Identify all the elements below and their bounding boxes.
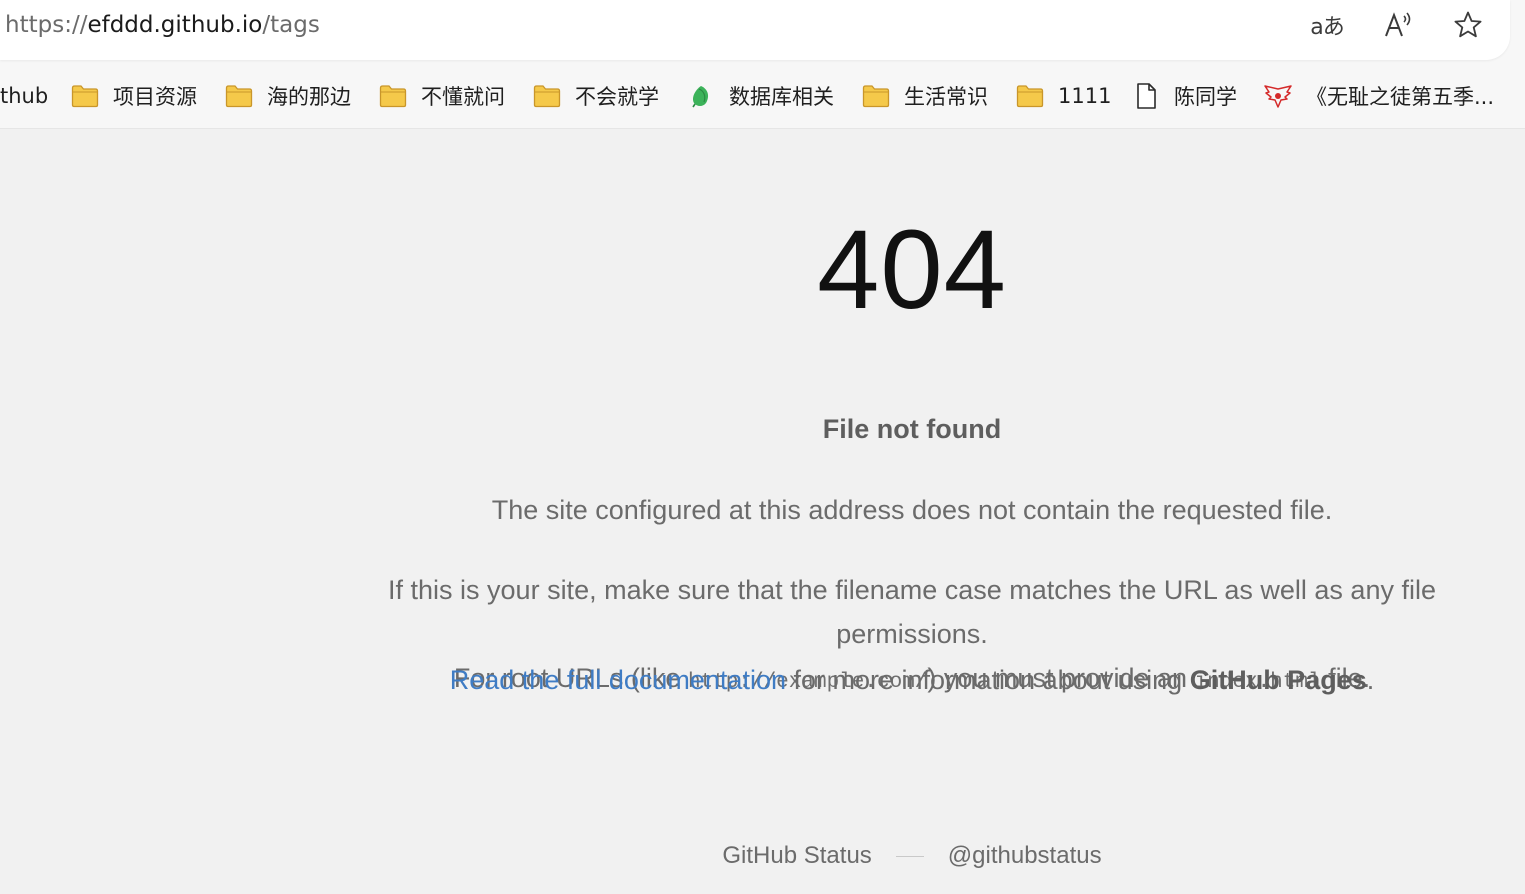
wings-logo-icon (1263, 83, 1293, 109)
folder-icon (861, 83, 891, 109)
bookmark-label: 海的那边 (267, 85, 351, 109)
error-headline: File not found (822, 414, 1002, 444)
leaf-icon (686, 83, 716, 109)
doc-middle-text: for more information about using (785, 665, 1190, 695)
bookmark-folder-life[interactable]: 生活常识 (861, 72, 988, 120)
doc-end-text: . (1366, 665, 1375, 695)
url-scheme: https:// (5, 12, 88, 38)
documentation-paragraph: Read the full documentation for more inf… (300, 658, 1524, 702)
folder-icon (532, 83, 562, 109)
folder-icon (378, 83, 408, 109)
bookmark-thub[interactable]: thub (0, 72, 48, 120)
error-code: 404 (817, 207, 1007, 332)
bookmark-label: 1111 (1058, 84, 1112, 108)
folder-icon (224, 83, 254, 109)
bookmark-folder-ask[interactable]: 不懂就问 (378, 72, 505, 120)
bookmark-label: 数据库相关 (729, 85, 834, 109)
bookmark-label: 不会就学 (575, 85, 659, 109)
star-icon[interactable] (1451, 8, 1485, 42)
help-filename-case: If this is your site, make sure that the… (388, 575, 1436, 649)
page-icon (1131, 83, 1161, 109)
footer: GitHub Status @githubstatus (300, 842, 1524, 870)
browser-chrome: https://efddd.github.io/tags aあ thub 项目资… (0, 0, 1525, 129)
bookmark-label: 《无耻之徒第五季... (1306, 85, 1495, 109)
url-path: /tags (262, 12, 320, 38)
bookmark-folder-1111[interactable]: 1111 (1015, 72, 1111, 120)
bookmark-classmate[interactable]: 陈同学 (1131, 72, 1237, 120)
bookmark-label: 生活常识 (904, 85, 988, 109)
bookmark-folder-project-resources[interactable]: 项目资源 (70, 72, 197, 120)
address-bar[interactable]: https://efddd.github.io/tags aあ (0, 0, 1510, 60)
bookmark-folder-other-side[interactable]: 海的那边 (224, 72, 351, 120)
bookmark-shameless[interactable]: 《无耻之徒第五季... (1263, 72, 1494, 120)
error-description: The site configured at this address does… (491, 495, 1333, 525)
bookmark-database[interactable]: 数据库相关 (686, 72, 834, 120)
bookmark-label: 陈同学 (1174, 85, 1237, 109)
bookmark-label: 不懂就问 (421, 85, 505, 109)
footer-divider (895, 856, 924, 858)
bookmarks-bar: thub 项目资源 海的那边 不懂就问 不会就学 数据库相关 生活常识 1111… (0, 72, 1525, 120)
folder-icon (70, 83, 100, 109)
github-pages-text: GitHub Pages (1189, 665, 1367, 695)
bookmark-label: 项目资源 (113, 85, 197, 109)
url-text[interactable]: https://efddd.github.io/tags (5, 10, 320, 40)
translate-icon[interactable]: aあ (1310, 8, 1344, 42)
documentation-link[interactable]: Read the full documentation (450, 665, 786, 695)
page-content: 404 File not found The site configured a… (0, 128, 1525, 894)
read-aloud-icon[interactable] (1381, 8, 1415, 42)
bookmark-label: thub (0, 84, 49, 108)
folder-icon (1015, 83, 1045, 109)
translate-glyph: aあ (1310, 15, 1344, 40)
githubstatus-twitter-link[interactable]: @githubstatus (948, 842, 1102, 869)
url-host: efddd.github.io (87, 12, 263, 38)
bookmark-folder-learn[interactable]: 不会就学 (532, 72, 659, 120)
github-status-link[interactable]: GitHub Status (722, 842, 871, 869)
